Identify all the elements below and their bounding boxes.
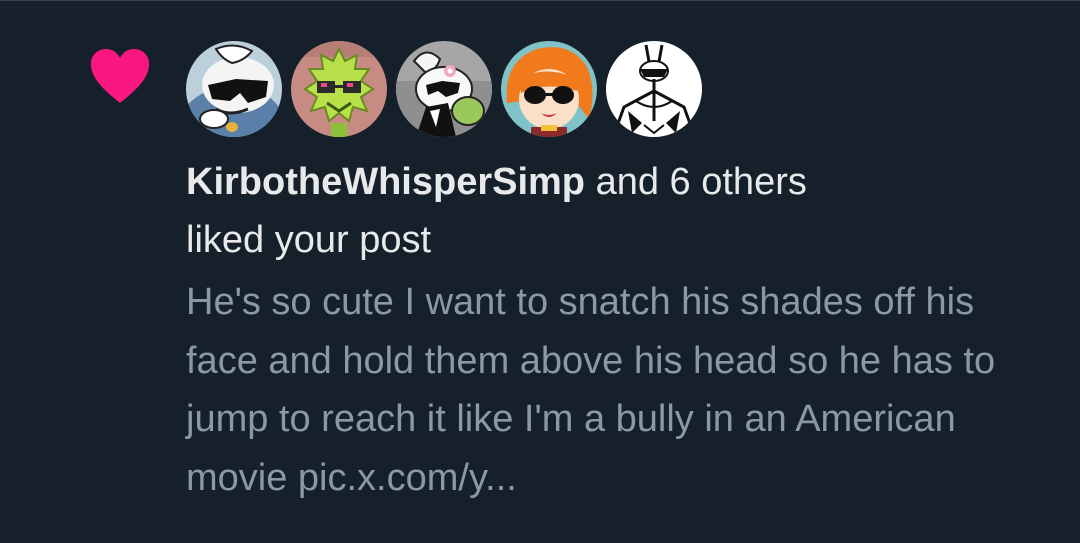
heart-icon bbox=[90, 49, 150, 103]
avatar-4[interactable] bbox=[501, 41, 597, 137]
others-text: and 6 others bbox=[585, 161, 807, 203]
post-preview[interactable]: He's so cute I want to snatch his shades… bbox=[186, 273, 1056, 507]
avatar-3[interactable] bbox=[396, 41, 492, 137]
like-notification[interactable]: KirbotheWhisperSimp and 6 others liked yo… bbox=[0, 0, 1080, 543]
user-name-link[interactable]: KirbotheWhisperSimp bbox=[186, 161, 585, 203]
avatar-row bbox=[186, 41, 702, 137]
action-text: liked your post bbox=[186, 219, 432, 261]
notification-headline: KirbotheWhisperSimp and 6 others liked yo… bbox=[186, 153, 1046, 269]
avatar-1[interactable] bbox=[186, 41, 282, 137]
avatar-2[interactable] bbox=[291, 41, 387, 137]
avatar-5[interactable] bbox=[606, 41, 702, 137]
